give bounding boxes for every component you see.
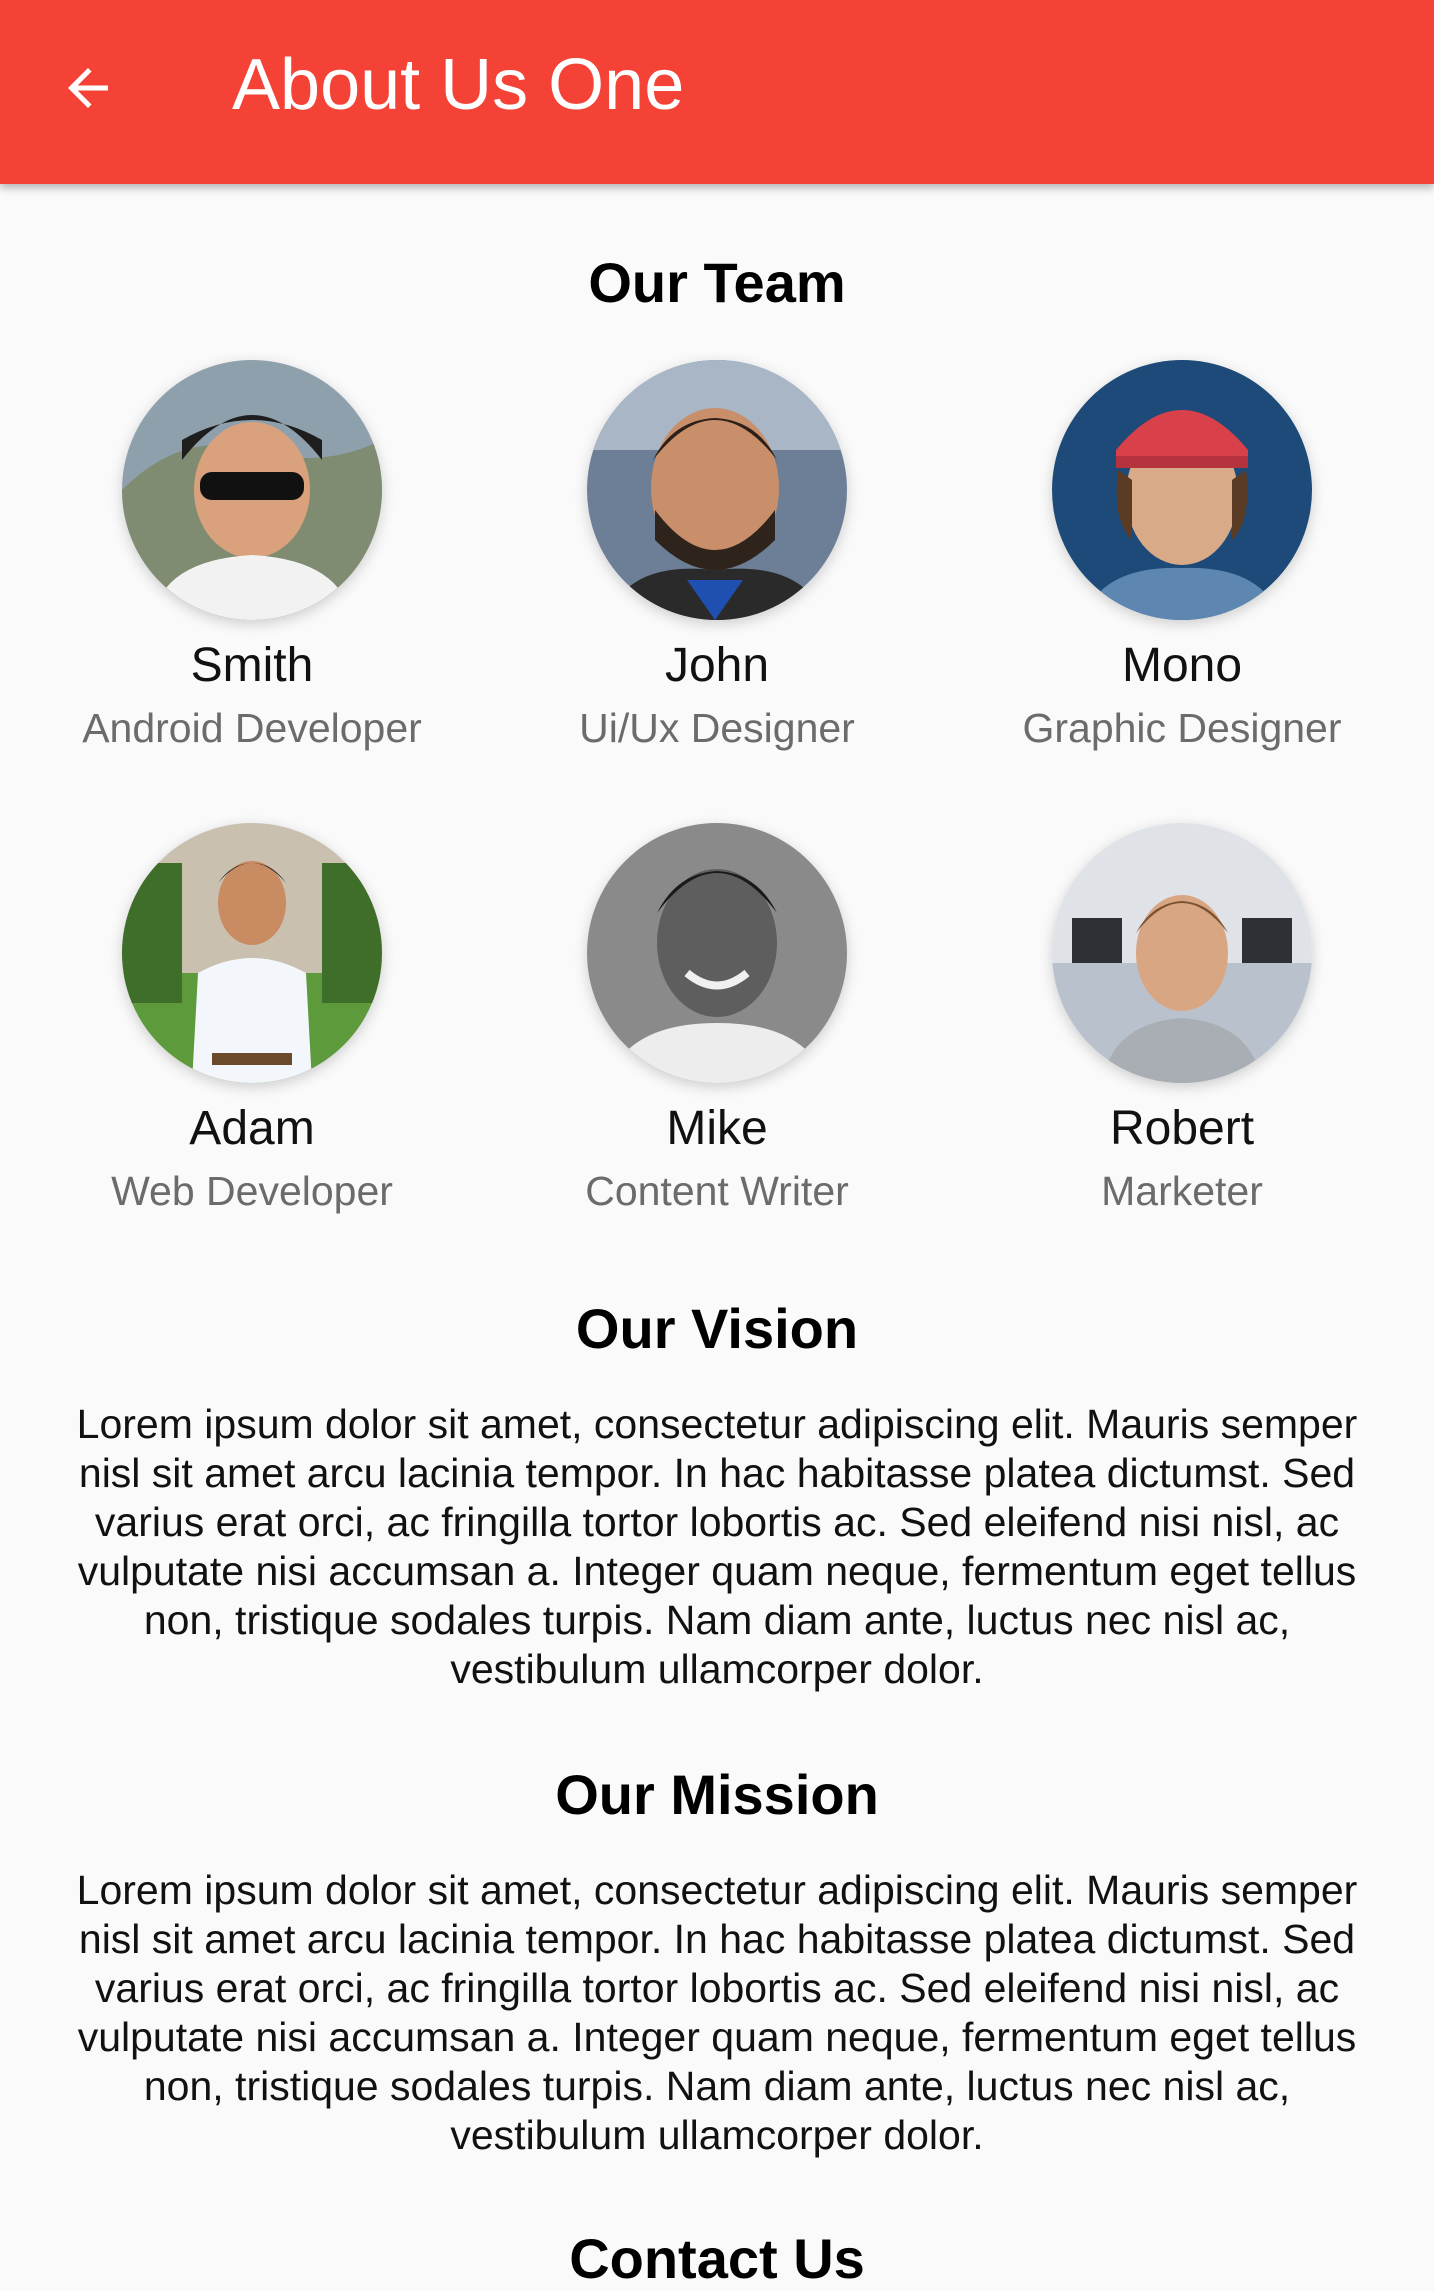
member-name: Smith: [190, 639, 314, 692]
member-name: Robert: [1109, 1102, 1255, 1155]
back-button[interactable]: [46, 46, 130, 130]
member-name: Mono: [1121, 639, 1243, 692]
member-role: Web Developer: [111, 1168, 393, 1214]
member-name: John: [664, 639, 770, 692]
avatar[interactable]: [122, 823, 382, 1083]
avatar-photo: [587, 360, 847, 620]
member-role: Content Writer: [585, 1168, 849, 1214]
page-title: About Us One: [232, 45, 685, 125]
arrow-back-icon: [68, 68, 108, 108]
avatar[interactable]: [1052, 360, 1312, 620]
member-name: Mike: [666, 1102, 768, 1155]
team-member-card[interactable]: Mono Graphic Designer: [947, 360, 1417, 754]
member-name: Adam: [189, 1102, 315, 1155]
avatar-photo: [1052, 360, 1312, 620]
team-member-card[interactable]: Adam Web Developer: [17, 823, 487, 1217]
avatar[interactable]: [587, 823, 847, 1083]
member-role: Android Developer: [82, 705, 422, 751]
member-role: Ui/Ux Designer: [579, 705, 855, 751]
member-role: Marketer: [1101, 1168, 1263, 1214]
team-member-card[interactable]: Robert Marketer: [947, 823, 1417, 1217]
vision-heading: Our Vision: [575, 1297, 859, 1360]
mission-text: Lorem ipsum dolor sit amet, consectetur …: [76, 1867, 1358, 2158]
avatar-photo: [1052, 823, 1312, 1083]
team-member-card[interactable]: Smith Android Developer: [17, 360, 487, 754]
avatar-photo: [122, 823, 382, 1083]
avatar[interactable]: [587, 360, 847, 620]
avatar[interactable]: [1052, 823, 1312, 1083]
member-role: Graphic Designer: [1022, 705, 1342, 751]
contact-heading: Contact Us: [569, 2227, 865, 2290]
team-member-card[interactable]: Mike Content Writer: [482, 823, 952, 1217]
avatar-photo: [122, 360, 382, 620]
app-bar: About Us One: [0, 0, 1434, 184]
avatar[interactable]: [122, 360, 382, 620]
mission-heading: Our Mission: [555, 1763, 879, 1826]
team-member-card[interactable]: John Ui/Ux Designer: [482, 360, 952, 754]
avatar-photo: [587, 823, 847, 1083]
vision-text: Lorem ipsum dolor sit amet, consectetur …: [76, 1401, 1358, 1692]
team-heading: Our Team: [588, 251, 846, 314]
